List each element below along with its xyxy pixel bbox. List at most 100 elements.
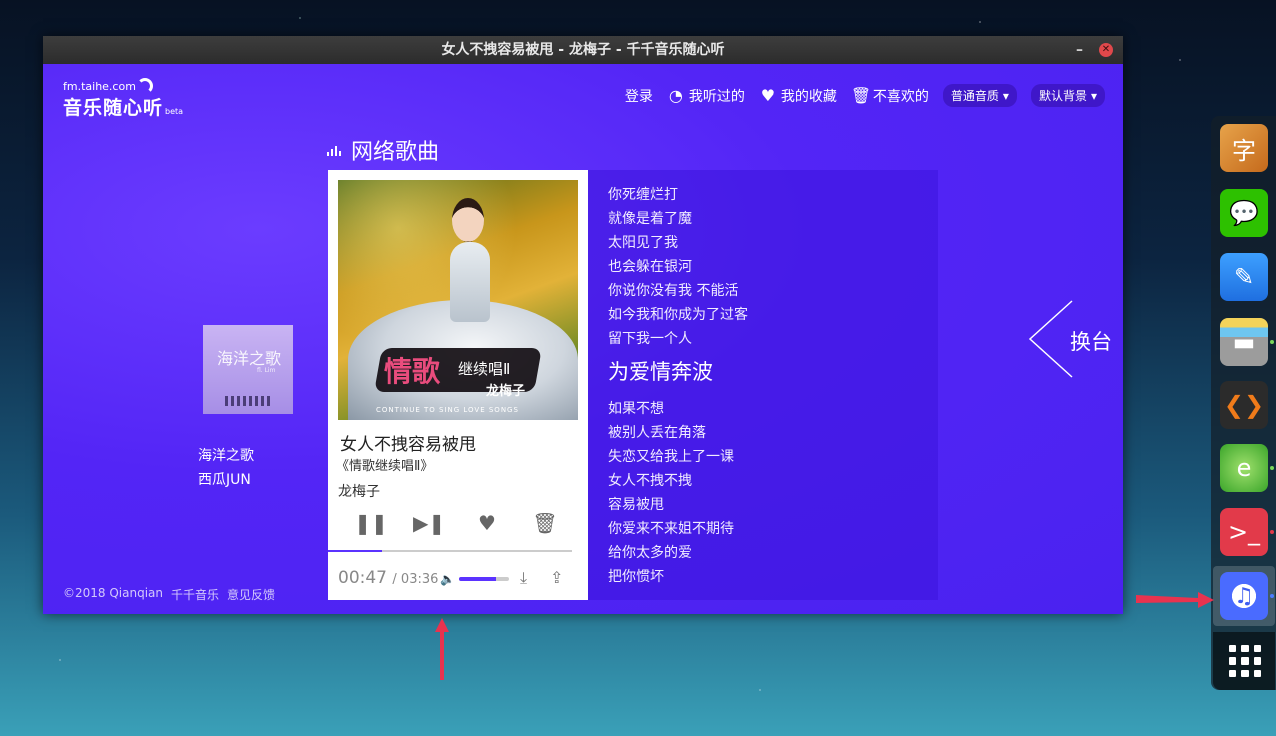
previous-song-info[interactable]: 海洋之歌 西瓜JUN <box>198 444 254 492</box>
minimize-button[interactable]: – <box>1076 36 1083 64</box>
album-name[interactable]: 《情歌继续唱Ⅱ》 <box>336 455 433 474</box>
progress-bar[interactable] <box>328 550 572 552</box>
volume-fill <box>458 577 497 581</box>
cover-english: CONTINUE TO SING LOVE SONGS <box>376 406 519 414</box>
feedback-link[interactable]: 意见反馈 <box>227 586 275 603</box>
next-channel-button[interactable]: 换台 <box>1070 326 1112 356</box>
window-titlebar[interactable]: 女人不拽容易被甩 - 龙梅子 - 千千音乐随心听 – ✕ <box>43 36 1123 64</box>
lyric-line: 女人不拽不拽 <box>608 473 692 489</box>
lyric-line: 留下我一个人 <box>608 331 692 347</box>
elapsed-time: 00:47 <box>338 568 387 588</box>
time-display: 00:47 / 03:36 <box>338 568 438 588</box>
dock: 字 💬 ✎ ▬ ❮❯ e >_ ♫ <box>1211 116 1276 690</box>
logo-tag: beta <box>165 107 184 116</box>
disliked-label: 不喜欢的 <box>872 88 929 105</box>
app-content: fm.taihe.com 音乐随心听 beta 登录 ◔ 我听过的 ♥ 我的收藏 … <box>43 64 1123 614</box>
cover-artist: 龙梅子 <box>486 384 526 399</box>
favorites-link[interactable]: ♥ 我的收藏 <box>759 86 837 106</box>
signal-icon <box>137 78 153 94</box>
dislike-button[interactable]: 🗑 <box>530 508 560 538</box>
lyric-line: 被别人丢在角落 <box>608 425 706 441</box>
favorites-label: 我的收藏 <box>780 88 837 105</box>
browser-icon[interactable]: e <box>1220 444 1268 492</box>
disliked-link[interactable]: 🗑 不喜欢的 <box>851 86 929 106</box>
lyric-line: 把你惯坏 <box>608 569 664 585</box>
heart-icon: ♥ <box>760 85 776 105</box>
lyric-line: 容易被甩 <box>608 497 664 513</box>
annotation-arrow-up-icon <box>435 618 449 680</box>
lyric-line: 就像是着了魔 <box>608 211 692 227</box>
wechat-icon[interactable]: 💬 <box>1220 189 1268 237</box>
lyric-line: 失恋又给我上了一课 <box>608 449 734 465</box>
next-button[interactable]: ▶❚ <box>413 508 445 538</box>
file-manager-icon[interactable]: ▬ <box>1220 318 1268 366</box>
lyric-line: 如果不想 <box>608 401 664 417</box>
pause-button[interactable]: ❚❚ <box>354 508 388 538</box>
history-label: 我听过的 <box>688 88 745 105</box>
app-launcher-button[interactable] <box>1213 632 1275 690</box>
background-dropdown[interactable]: 默认背景 ▾ <box>1030 84 1105 107</box>
running-indicator <box>1270 340 1274 344</box>
music-player-window: 女人不拽容易被甩 - 龙梅子 - 千千音乐随心听 – ✕ fm.taihe.co… <box>43 36 1123 614</box>
lyric-line: 你死缠烂打 <box>608 187 678 203</box>
logo[interactable]: fm.taihe.com 音乐随心听 beta <box>63 78 184 120</box>
duration-time: / 03:36 <box>392 572 439 587</box>
top-nav: 登录 ◔ 我听过的 ♥ 我的收藏 🗑 不喜欢的 普通音质 ▾ 默认背景 ▾ <box>625 84 1105 107</box>
window-title: 女人不拽容易被甩 - 龙梅子 - 千千音乐随心听 <box>441 42 725 58</box>
cover-artwork <box>225 396 271 406</box>
copyright: ©2018 Qianqian <box>63 586 164 600</box>
lyric-line: 给你太多的爱 <box>608 545 692 561</box>
lyric-line: 你说你没有我 不能活 <box>608 283 739 299</box>
clock-icon: ◔ <box>668 85 683 105</box>
trash-icon: 🗑 <box>850 85 872 105</box>
lyric-line: 你爱来不来姐不期待 <box>608 521 734 537</box>
volume-slider[interactable] <box>458 577 509 581</box>
lyric-line: 也会躲在银河 <box>608 259 692 275</box>
logo-url: fm.taihe.com <box>63 80 136 93</box>
volume-control[interactable]: 🔈 <box>440 572 509 586</box>
logo-name: 音乐随心听 <box>63 97 164 119</box>
quality-dropdown[interactable]: 普通音质 ▾ <box>942 84 1017 107</box>
current-lyric-line: 为爱情奔波 <box>608 360 713 384</box>
login-link[interactable]: 登录 <box>625 86 653 106</box>
channel-title: 网络歌曲 <box>327 134 439 166</box>
terminal-icon[interactable]: >_ <box>1220 508 1268 556</box>
share-icon[interactable]: ⇪ <box>550 568 563 587</box>
history-link[interactable]: ◔ 我听过的 <box>667 86 745 106</box>
player-card: 情歌 继续唱Ⅱ 龙梅子 CONTINUE TO SING LOVE SONGS … <box>328 170 588 600</box>
channel-title-text: 网络歌曲 <box>351 140 440 165</box>
chevron-down-icon: ▾ <box>1090 88 1097 103</box>
previous-song-title: 海洋之歌 <box>198 448 254 464</box>
annotation-arrow-right-icon <box>1136 592 1214 608</box>
editor-icon[interactable]: ✎ <box>1220 253 1268 301</box>
running-indicator <box>1270 466 1274 470</box>
quality-label: 普通音质 <box>950 89 999 103</box>
cover-title: 情歌 <box>384 355 441 388</box>
brand-link[interactable]: 千千音乐 <box>171 586 219 603</box>
lyric-line: 太阳见了我 <box>608 235 678 251</box>
previous-cover-text: 海洋之歌 <box>217 349 282 368</box>
running-indicator <box>1270 530 1274 534</box>
code-editor-icon[interactable]: ❮❯ <box>1220 381 1268 429</box>
footer: ©2018 Qianqian 千千音乐 意见反馈 <box>63 586 275 603</box>
artist-name[interactable]: 龙梅子 <box>338 481 380 501</box>
calligraphy-app-icon[interactable]: 字 <box>1220 124 1268 172</box>
lyrics-panel: 你死缠烂打就像是着了魔 太阳见了我也会躲在银河你说你没有我 不能活 如今我和你成为了… <box>588 170 938 600</box>
favorite-button[interactable]: ♥ <box>472 508 502 538</box>
song-title: 女人不拽容易被甩 <box>340 435 476 455</box>
cover-subtitle: 继续唱Ⅱ <box>458 360 511 378</box>
playback-controls: ❚❚ ▶❚ ♥ 🗑 <box>328 508 588 538</box>
lyric-line: 如今我和你成为了过客 <box>608 307 748 323</box>
chevron-down-icon: ▾ <box>1002 88 1009 103</box>
music-app-icon[interactable]: ♫ <box>1220 572 1268 620</box>
close-button[interactable]: ✕ <box>1099 43 1113 57</box>
grid-icon <box>1229 645 1261 677</box>
running-indicator <box>1270 594 1274 598</box>
equalizer-icon <box>327 144 341 156</box>
album-cover: 情歌 继续唱Ⅱ 龙梅子 CONTINUE TO SING LOVE SONGS <box>338 180 578 420</box>
speaker-icon: 🔈 <box>440 572 455 586</box>
previous-song-cover[interactable]: 海洋之歌 fl. Lim <box>203 325 293 414</box>
download-icon[interactable]: ⤓ <box>520 568 527 588</box>
background-label: 默认背景 <box>1038 89 1087 103</box>
previous-song-artist: 西瓜JUN <box>198 472 251 488</box>
